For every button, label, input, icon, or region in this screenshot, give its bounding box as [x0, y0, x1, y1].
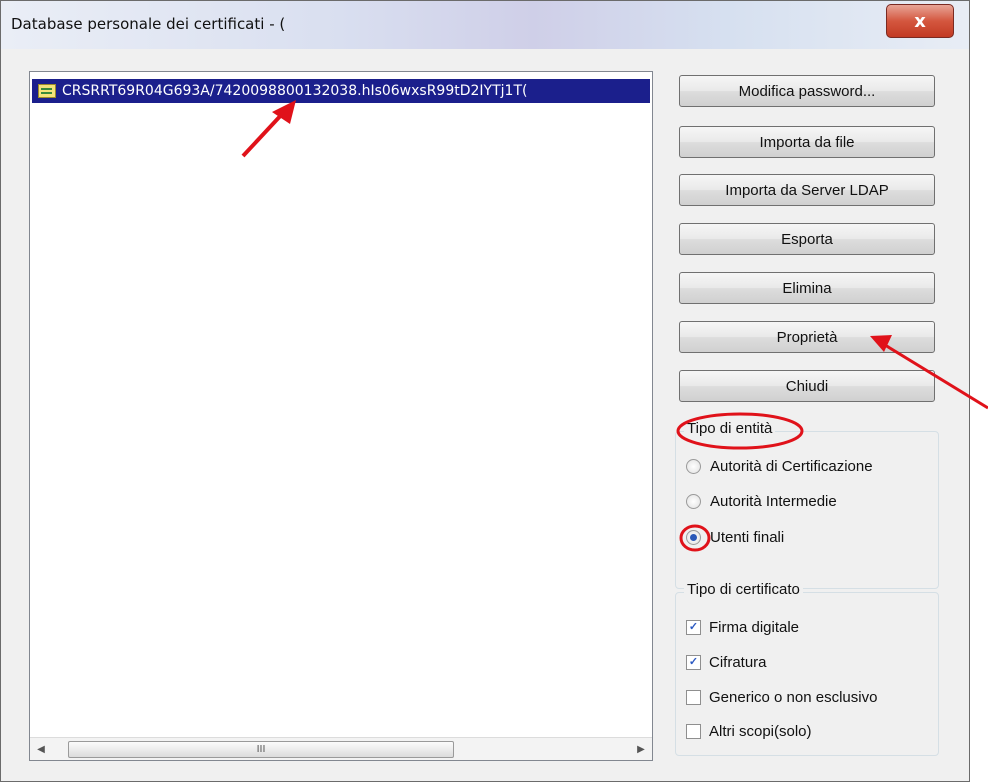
horizontal-scrollbar[interactable]: ◀ III ▶: [30, 737, 652, 760]
scrollbar-thumb[interactable]: III: [68, 741, 454, 758]
certificate-type-group: Tipo di certificato ✓ Firma digitale ✓ C…: [675, 581, 939, 756]
modify-password-button[interactable]: Modifica password...: [679, 75, 935, 107]
import-file-button[interactable]: Importa da file: [679, 126, 935, 158]
scroll-left-icon[interactable]: ◀: [32, 738, 50, 760]
close-window-button[interactable]: x: [886, 4, 954, 38]
radio-intermediate-authority[interactable]: Autorità Intermedie: [686, 489, 837, 513]
export-button[interactable]: Esporta: [679, 223, 935, 255]
checkbox-digital-signature[interactable]: ✓ Firma digitale: [686, 615, 799, 639]
title-bar[interactable]: Database personale dei certificati - ( x: [1, 1, 969, 49]
entity-type-title: Tipo di entità: [684, 420, 776, 437]
checkbox-other-purposes[interactable]: Altri scopi(solo): [686, 719, 812, 743]
checkbox-checked-icon[interactable]: ✓: [686, 654, 701, 670]
import-ldap-button[interactable]: Importa da Server LDAP: [679, 174, 935, 206]
radio-icon[interactable]: [686, 458, 701, 474]
certificate-type-title: Tipo di certificato: [684, 581, 803, 598]
entity-type-group: Tipo di entità Autorità di Certificazion…: [675, 420, 939, 589]
scrollbar-grip-icon: III: [256, 744, 266, 755]
checkbox-label: Altri scopi(solo): [709, 722, 812, 740]
checkbox-label: Cifratura: [709, 653, 767, 671]
certificate-list[interactable]: CRSRRT69R04G693A/7420098800132038.hIs06w…: [29, 71, 653, 761]
checkbox-encryption[interactable]: ✓ Cifratura: [686, 650, 767, 674]
checkbox-icon[interactable]: [686, 689, 701, 705]
radio-icon[interactable]: [686, 493, 701, 509]
checkbox-checked-icon[interactable]: ✓: [686, 619, 701, 635]
radio-label: Autorità Intermedie: [710, 492, 837, 510]
certificate-list-item[interactable]: CRSRRT69R04G693A/7420098800132038.hIs06w…: [32, 79, 650, 103]
radio-checked-icon[interactable]: [686, 529, 701, 545]
window-title: Database personale dei certificati - (: [11, 15, 286, 33]
radio-end-users[interactable]: Utenti finali: [686, 525, 784, 549]
properties-button[interactable]: Proprietà: [679, 321, 935, 353]
certificate-icon: [38, 84, 56, 98]
radio-label: Utenti finali: [710, 528, 785, 546]
scroll-right-icon[interactable]: ▶: [632, 738, 650, 760]
checkbox-icon[interactable]: [686, 723, 701, 739]
close-icon: x: [914, 10, 926, 32]
close-button[interactable]: Chiudi: [679, 370, 935, 402]
certificate-label: CRSRRT69R04G693A/7420098800132038.hIs06w…: [62, 83, 528, 99]
radio-label: Autorità di Certificazione: [710, 457, 873, 475]
certificate-database-window: Database personale dei certificati - ( x…: [0, 0, 970, 782]
delete-button[interactable]: Elimina: [679, 272, 935, 304]
checkbox-generic[interactable]: Generico o non esclusivo: [686, 685, 877, 709]
checkbox-label: Firma digitale: [709, 618, 800, 636]
radio-certification-authority[interactable]: Autorità di Certificazione: [686, 454, 873, 478]
checkbox-label: Generico o non esclusivo: [709, 688, 878, 706]
